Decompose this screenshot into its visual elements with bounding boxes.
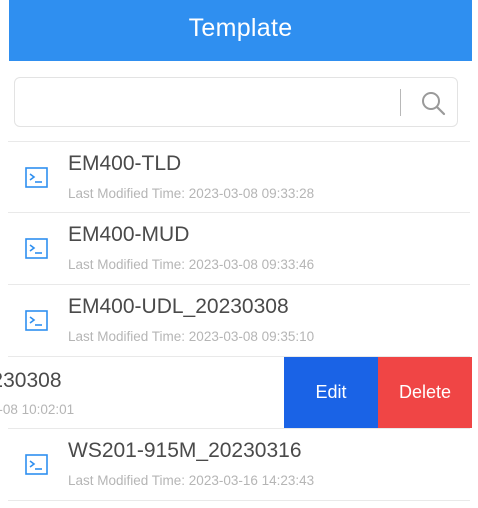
- template-file-icon: [25, 238, 48, 259]
- template-modified-time: Last Modified Time: 2023-03-16 14:23:43: [68, 473, 315, 488]
- template-name: EM400-TLD: [68, 152, 182, 175]
- template-name: EM400-UDL_20230308: [68, 295, 289, 318]
- swiped-row-content[interactable]: WS201-915M_20230308 Last Modified Time: …: [0, 357, 280, 428]
- template-name: WS201-915M_20230308: [0, 369, 62, 392]
- template-modified-time: Last Modified Time: 2023-03-08 09:35:10: [68, 329, 315, 344]
- list-item[interactable]: EM400-UDL_20230308 Last Modified Time: 2…: [0, 285, 478, 355]
- template-name: EM400-MUD: [68, 223, 190, 246]
- delete-button[interactable]: Delete: [378, 357, 472, 428]
- template-file-icon: [25, 454, 48, 475]
- template-file-icon: [25, 310, 48, 331]
- list-divider: [8, 500, 470, 501]
- template-file-icon: [25, 167, 48, 188]
- list-item[interactable]: EM400-MUD Last Modified Time: 2023-03-08…: [0, 213, 478, 283]
- search-icon[interactable]: [420, 90, 446, 116]
- page-title: Template: [9, 0, 472, 61]
- template-name: WS201-915M_20230316: [68, 439, 302, 462]
- edit-button[interactable]: Edit: [284, 357, 378, 428]
- template-modified-time: Last Modified Time: 2023-03-08 10:02:01: [0, 402, 75, 417]
- list-item[interactable]: EM400-TLD Last Modified Time: 2023-03-08…: [0, 142, 478, 212]
- list-item-swiped[interactable]: WS201-915M_20230308 Last Modified Time: …: [0, 357, 478, 428]
- template-modified-time: Last Modified Time: 2023-03-08 09:33:28: [68, 186, 315, 201]
- search-box: [14, 77, 458, 127]
- list-item[interactable]: WS201-915M_20230316 Last Modified Time: …: [0, 429, 478, 499]
- search-divider: [400, 89, 401, 116]
- template-modified-time: Last Modified Time: 2023-03-08 09:33:46: [68, 257, 315, 272]
- search-input[interactable]: [25, 86, 399, 120]
